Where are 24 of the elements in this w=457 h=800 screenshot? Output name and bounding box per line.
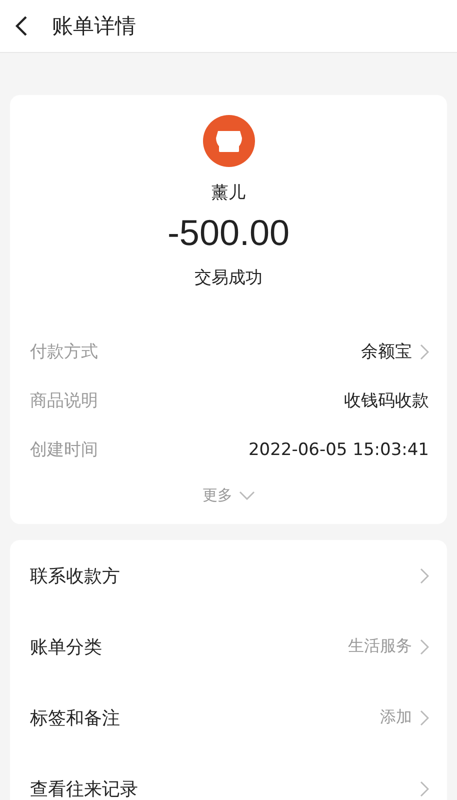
detail-label: 创建时间 xyxy=(30,439,99,461)
detail-label: 付款方式 xyxy=(30,341,99,363)
chevron-icon[interactable] xyxy=(420,344,429,360)
action-label[interactable]: 查看往来记录 xyxy=(30,776,412,800)
back-icon[interactable] xyxy=(14,15,28,37)
action-value: 生活服务 xyxy=(348,636,412,657)
detail-label: 商品说明 xyxy=(30,390,99,412)
chevron-icon[interactable] xyxy=(420,568,429,584)
chevron-icon[interactable] xyxy=(420,710,429,726)
action-value: 添加 xyxy=(380,707,412,728)
detail-value: 余额宝 xyxy=(361,341,412,363)
action-label[interactable]: 账单分类 xyxy=(30,634,348,658)
detail-value: 2022-06-05 15:03:41 xyxy=(248,440,429,460)
chevron-icon[interactable] xyxy=(420,780,429,796)
payee-name: 薰儿 xyxy=(212,182,246,204)
chevron-icon[interactable] xyxy=(420,638,429,654)
shop-icon xyxy=(202,115,254,167)
page-title: 账单详情 xyxy=(52,13,136,40)
detail-value: 收钱码收款 xyxy=(344,390,429,412)
action-label[interactable]: 标签和备注 xyxy=(30,706,380,730)
action-label[interactable]: 联系收款方 xyxy=(30,564,412,588)
amount: -500.00 xyxy=(167,212,290,254)
chevron-down-icon[interactable] xyxy=(238,490,254,500)
transaction-status: 交易成功 xyxy=(194,267,262,289)
